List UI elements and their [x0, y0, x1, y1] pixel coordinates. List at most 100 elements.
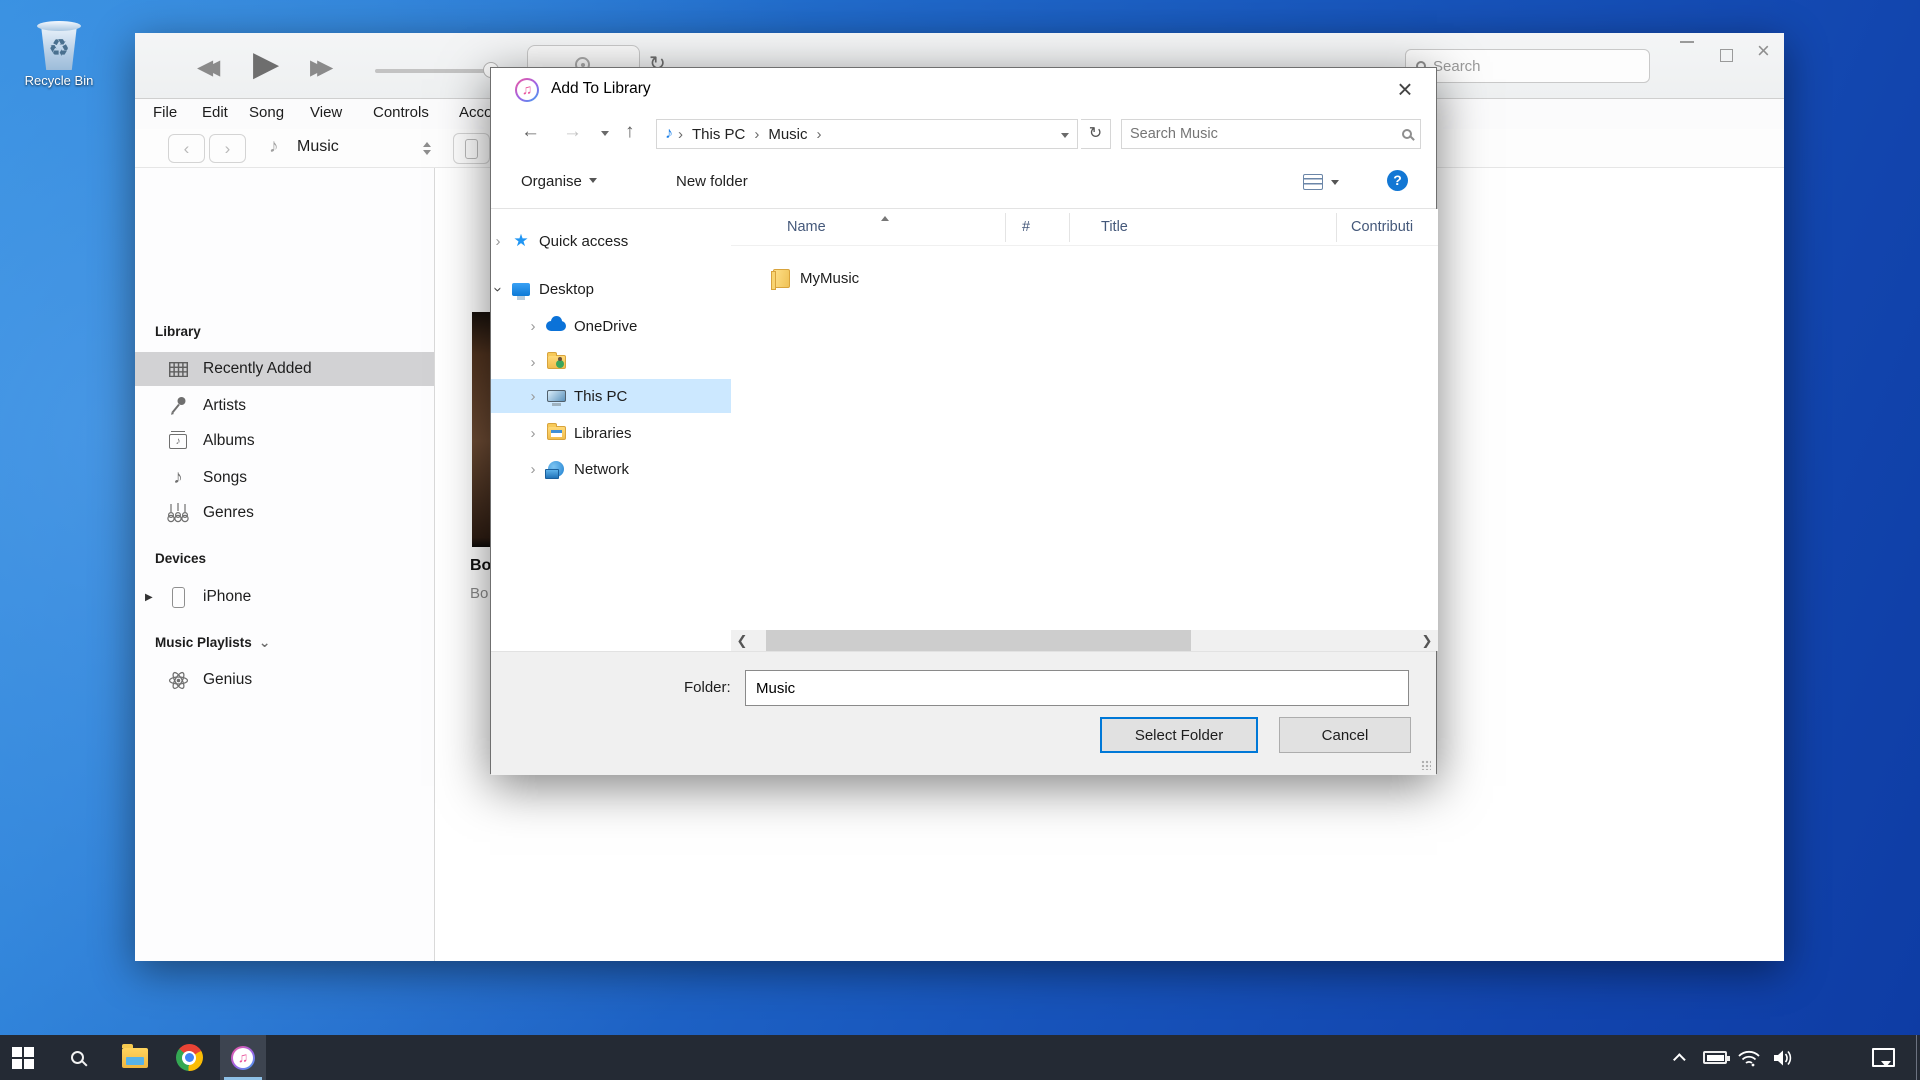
play-button[interactable]: ▶: [253, 44, 279, 84]
nav-back-button[interactable]: ←: [521, 121, 540, 143]
taskbar-file-explorer[interactable]: [112, 1035, 158, 1080]
column-header-contributing[interactable]: Contributi: [1351, 219, 1413, 235]
dialog-footer: Folder: Select Folder Cancel: [491, 651, 1436, 775]
column-header-title[interactable]: Title: [1101, 219, 1128, 235]
show-desktop-button[interactable]: [1916, 1035, 1920, 1080]
dialog-search-box[interactable]: [1121, 119, 1421, 149]
desktop-monitor-icon: [509, 283, 533, 296]
tree-item-libraries[interactable]: › Libraries: [491, 416, 731, 450]
action-center-icon[interactable]: [1866, 1035, 1900, 1080]
taskbar: ♫: [0, 1035, 1920, 1080]
taskbar-itunes[interactable]: ♫: [220, 1035, 266, 1080]
refresh-button[interactable]: ↻: [1081, 119, 1111, 149]
scrollbar-thumb[interactable]: [766, 630, 1191, 651]
help-icon[interactable]: ?: [1387, 170, 1408, 191]
start-button[interactable]: [0, 1035, 46, 1080]
file-row-mymusic[interactable]: MyMusic: [731, 261, 1438, 295]
dialog-title: Add To Library: [551, 80, 651, 98]
music-note-icon: ♪: [657, 125, 673, 143]
sidebar-item-artists[interactable]: Artists: [135, 389, 434, 423]
expand-chevron-icon[interactable]: ›: [526, 461, 540, 478]
sidebar-item-genres[interactable]: Genres: [135, 496, 434, 530]
device-button[interactable]: [453, 133, 490, 164]
menu-song[interactable]: Song: [249, 104, 284, 121]
sidebar-item-iphone[interactable]: ▶ iPhone: [135, 580, 434, 614]
menu-file[interactable]: File: [153, 104, 177, 121]
expand-arrow-icon[interactable]: ▶: [145, 592, 153, 603]
expand-chevron-icon[interactable]: ›: [526, 354, 540, 371]
itunes-search-input[interactable]: [1433, 58, 1613, 75]
breadcrumb-chevron-icon[interactable]: ›: [812, 126, 827, 143]
views-icon[interactable]: [1303, 174, 1323, 190]
back-button[interactable]: ‹: [168, 134, 205, 163]
cancel-button[interactable]: Cancel: [1279, 717, 1411, 753]
tree-item-onedrive[interactable]: › OneDrive: [491, 309, 731, 343]
address-dropdown-chevron-icon[interactable]: [1061, 133, 1069, 142]
tree-item-network[interactable]: › Network: [491, 452, 731, 486]
expand-chevron-icon[interactable]: ›: [526, 388, 540, 405]
sidebar-item-genius[interactable]: Genius: [135, 663, 434, 697]
minimize-button[interactable]: [1680, 41, 1694, 43]
expand-chevron-icon[interactable]: ›: [526, 318, 540, 335]
breadcrumb-chevron-icon[interactable]: ›: [673, 126, 688, 143]
taskbar-chrome[interactable]: [166, 1035, 212, 1080]
nav-forward-button[interactable]: →: [563, 121, 582, 143]
tree-item-desktop[interactable]: › Desktop: [491, 272, 731, 306]
scroll-left-arrow[interactable]: ❮: [731, 630, 753, 651]
wifi-icon[interactable]: [1732, 1035, 1766, 1080]
tree-item-this-pc[interactable]: › This PC: [491, 379, 731, 413]
dialog-search-input[interactable]: [1130, 126, 1402, 142]
expand-chevron-icon[interactable]: ›: [491, 233, 505, 250]
close-button[interactable]: ×: [1757, 41, 1770, 61]
maximize-button[interactable]: [1720, 49, 1733, 62]
organise-menu-button[interactable]: Organise: [521, 173, 597, 190]
windows-logo-icon: [12, 1047, 34, 1069]
menu-controls[interactable]: Controls: [373, 104, 429, 121]
tree-item-quick-access[interactable]: › ★ Quick access: [491, 224, 731, 258]
resize-grip[interactable]: [1421, 760, 1431, 770]
taskbar-search-button[interactable]: [54, 1035, 100, 1080]
forward-button[interactable]: ›: [209, 134, 246, 163]
recent-locations-chevron-icon[interactable]: [601, 131, 609, 140]
folder-name-input[interactable]: [745, 670, 1409, 706]
nav-up-button[interactable]: ↑: [625, 121, 635, 143]
tree-item-user-folder[interactable]: ›: [491, 345, 731, 379]
media-kind-selector[interactable]: Music: [297, 138, 339, 156]
breadcrumb-music[interactable]: Music: [764, 126, 811, 143]
collapse-chevron-icon[interactable]: ›: [491, 282, 507, 296]
horizontal-scrollbar[interactable]: ❮ ❯: [731, 630, 1438, 651]
expand-chevron-icon[interactable]: ›: [526, 425, 540, 442]
column-header-name[interactable]: Name: [787, 219, 826, 235]
address-bar[interactable]: ♪ › This PC › Music ›: [656, 119, 1078, 149]
select-folder-button[interactable]: Select Folder: [1100, 717, 1258, 753]
dialog-nav-bar: ← → ↑ ♪ › This PC › Music › ↻: [491, 112, 1436, 156]
hidden-icons-chevron-icon[interactable]: [1664, 1035, 1698, 1080]
column-header-number[interactable]: #: [1022, 219, 1030, 235]
rewind-button[interactable]: ◀◀: [197, 55, 208, 80]
chevron-down-icon[interactable]: ⌄: [259, 634, 271, 650]
fast-forward-button[interactable]: ▶▶: [310, 55, 321, 80]
file-explorer-icon: [122, 1048, 148, 1068]
sidebar-item-recently-added[interactable]: Recently Added: [135, 352, 434, 386]
volume-slider-track[interactable]: [375, 69, 491, 73]
volume-icon[interactable]: [1766, 1035, 1800, 1080]
battery-icon[interactable]: [1698, 1035, 1732, 1080]
dialog-title-bar[interactable]: ♫ Add To Library ×: [491, 68, 1436, 112]
recycle-bin-icon: ♻: [36, 18, 82, 70]
dialog-close-button[interactable]: ×: [1388, 74, 1422, 105]
recycle-bin-shortcut[interactable]: ♻ Recycle Bin: [16, 18, 102, 88]
scroll-right-arrow[interactable]: ❯: [1416, 630, 1438, 651]
menu-edit[interactable]: Edit: [202, 104, 228, 121]
new-folder-button[interactable]: New folder: [676, 173, 748, 190]
sidebar-item-albums[interactable]: ♪ Albums: [135, 424, 434, 458]
libraries-icon: [544, 426, 568, 440]
itunes-search-box[interactable]: [1405, 49, 1650, 83]
views-dropdown-caret-icon[interactable]: [1331, 180, 1339, 189]
chevron-down-icon: [423, 150, 431, 159]
menu-view[interactable]: View: [310, 104, 342, 121]
folder-tree-pane: › ★ Quick access › Desktop › OneDrive › …: [491, 209, 731, 644]
sidebar-item-songs[interactable]: ♪ Songs: [135, 461, 434, 495]
recently-added-icon: [165, 362, 191, 377]
breadcrumb-this-pc[interactable]: This PC: [688, 126, 749, 143]
breadcrumb-chevron-icon[interactable]: ›: [749, 126, 764, 143]
